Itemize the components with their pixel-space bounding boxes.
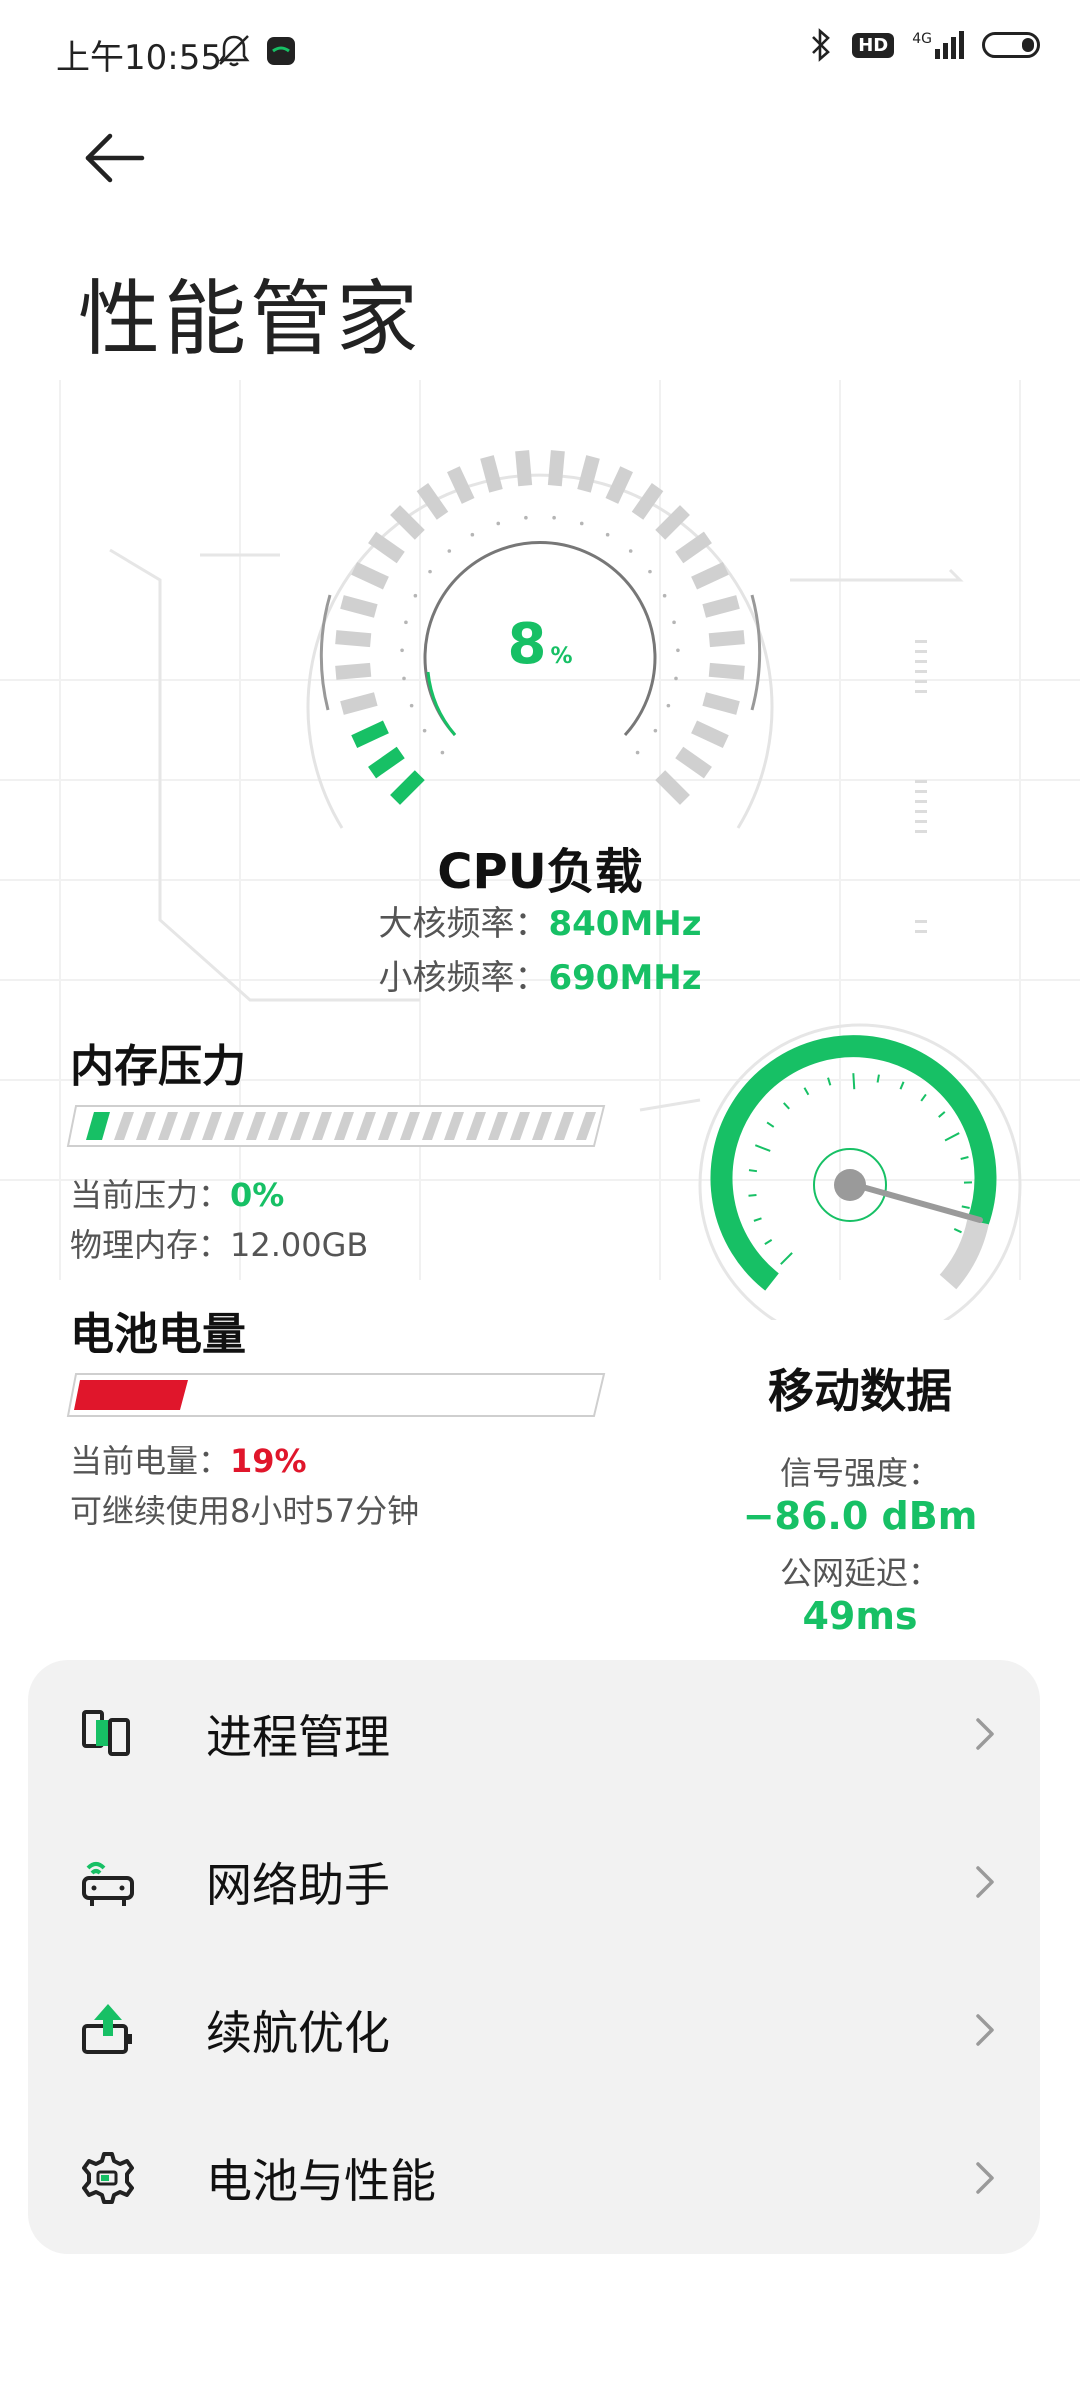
router-wifi-icon (82, 1862, 134, 1906)
memory-current-pressure: 当前压力：0% (70, 1176, 285, 1214)
back-arrow-icon[interactable] (80, 130, 150, 200)
bell-off-icon (218, 35, 250, 67)
status-time: 上午10:55 (56, 38, 222, 78)
menu-label: 进程管理 (206, 1710, 390, 1764)
tools-menu-card: 进程管理 网络助手 续航优化 电池与性能 (28, 1660, 1040, 2254)
network-latency-value: 49ms (802, 1594, 918, 1638)
cpu-load-percent: 8% (507, 612, 573, 677)
app-notification-icon (267, 37, 295, 65)
menu-label: 网络助手 (206, 1858, 390, 1912)
chevron-right-icon (976, 2162, 994, 2194)
memory-pressure-title: 内存压力 (70, 1041, 246, 1092)
chevron-right-icon (976, 1866, 994, 1898)
menu-item-network-assistant[interactable]: 网络助手 (28, 1808, 1040, 1956)
signal-icon: 4G (912, 31, 964, 59)
signal-strength-label: 信号强度： (779, 1454, 940, 1492)
physical-memory: 物理内存：12.00GB (70, 1226, 369, 1264)
cpu-load-title: CPU负载 (437, 844, 643, 900)
gear-battery-icon (82, 2152, 134, 2204)
network-latency-label: 公网延迟： (779, 1554, 940, 1592)
hd-badge: HD (852, 32, 895, 58)
bluetooth-icon (812, 28, 831, 62)
chevron-right-icon (976, 2014, 994, 2046)
menu-item-process-manager[interactable]: 进程管理 (28, 1660, 1040, 1808)
page-title: 性能管家 (78, 272, 423, 367)
big-core-frequency: 大核频率：840MHz (378, 904, 702, 944)
menu-label: 电池与性能 (206, 2154, 436, 2208)
battery-boost-icon (82, 2004, 132, 2054)
small-core-frequency: 小核频率：690MHz (378, 958, 702, 998)
mobile-data-gauge (698, 1023, 1022, 1320)
mobile-data-title: 移动数据 (768, 1364, 952, 1418)
process-manager-icon (82, 1710, 130, 1756)
network-type: 4G (912, 31, 932, 47)
signal-strength-value: −86.0 dBm (742, 1494, 978, 1538)
menu-label: 续航优化 (206, 2006, 390, 2060)
chevron-right-icon (976, 1718, 994, 1750)
battery-current-level: 当前电量：19% (70, 1442, 307, 1480)
menu-item-battery-performance[interactable]: 电池与性能 (28, 2104, 1040, 2252)
menu-item-endurance-optimization[interactable]: 续航优化 (28, 1956, 1040, 2104)
status-icons: HD 4G (808, 28, 1040, 62)
memory-pressure-bar (66, 1105, 606, 1147)
battery-remaining-time: 可继续使用8小时57分钟 (70, 1492, 420, 1530)
battery-level-title: 电池电量 (70, 1309, 246, 1360)
battery-icon (982, 32, 1040, 58)
battery-level-bar (66, 1373, 606, 1417)
